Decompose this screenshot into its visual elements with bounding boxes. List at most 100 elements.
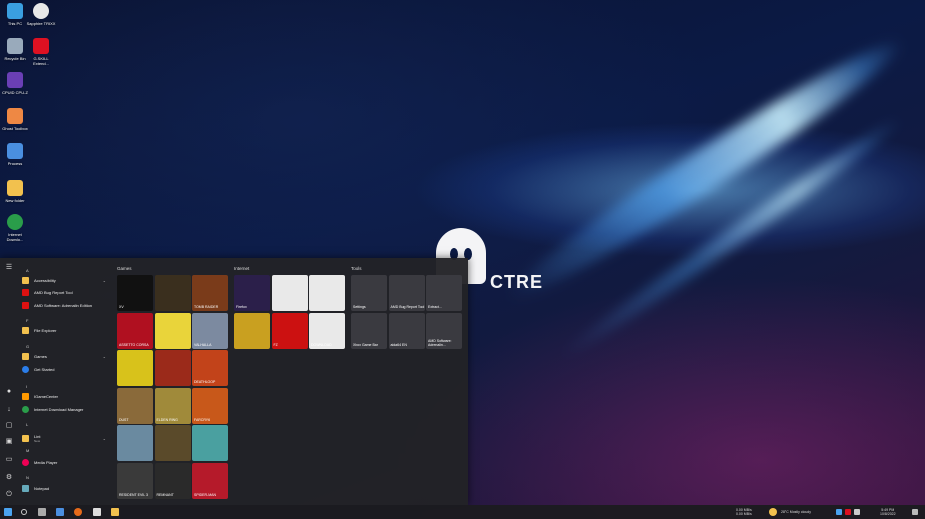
game-tile-7[interactable] [154,350,191,386]
letter-header-m[interactable]: M [26,448,29,453]
tray-icon[interactable] [845,509,851,515]
group-title-tools[interactable]: Tools [351,266,362,271]
wallpaper-logo-text: CTRE [490,272,543,292]
mail-icon[interactable] [56,508,64,516]
app-amd-bug-report-tool[interactable]: AMD Bug Report Tool [22,288,110,297]
tile-label: SPIDER-MAN [194,492,216,497]
firefox-icon[interactable] [74,508,82,516]
game-tile-14[interactable] [192,425,228,461]
tool-tile-0[interactable]: Settings [351,275,387,311]
letter-header-n[interactable]: N [26,475,29,480]
game-tile-12[interactable] [117,425,153,461]
volume-icon[interactable] [854,509,860,515]
user-avatar-icon[interactable]: ● [5,388,13,396]
trixx-icon [33,3,49,19]
app-file-explorer[interactable]: File Explorer [22,326,110,335]
game-tile-0[interactable]: XV [117,275,153,311]
app-internet-download-manager[interactable]: Internet Download Manager [22,405,110,414]
weather-icon[interactable] [769,508,777,516]
desktop-icon-cpuz[interactable]: CPUID CPU-Z [0,72,30,95]
tile-label: Extract... [428,305,442,309]
desktop-icon-process[interactable]: Process [0,143,30,166]
weather-text[interactable]: 28°C Mostly cloudy [781,510,811,514]
notifications-icon[interactable] [912,509,918,515]
game-tile-17[interactable]: SPIDER-MAN [192,462,228,499]
wallpaper-light-streak [497,25,913,315]
game-tile-11[interactable]: FARCRY6 [192,387,228,424]
group-title-games[interactable]: Games [117,266,132,271]
game-tile-15[interactable]: RESIDENT EVIL 3 [117,462,153,499]
settings-gear-icon[interactable]: ⚙ [5,474,13,482]
game-tile-5[interactable]: VALHALLA [192,312,228,349]
tile-label: Settings [353,305,366,309]
file-explorer-icon[interactable] [111,508,119,516]
desktop-icon-sapphire-trixx[interactable]: Sapphire TRIXX [26,3,56,26]
app-igamecenter[interactable]: IGameCenter [22,392,110,401]
app-notepad[interactable]: Notepad [22,484,110,493]
app-get-started[interactable]: Get Started [22,365,110,374]
game-tile-10[interactable]: ELDEN RING [154,387,191,424]
desktop-icon-new-folder[interactable]: New folder [0,180,30,203]
tool-tile-1[interactable]: AMD Bug Report Tool [388,275,425,311]
recycle-bin-icon [7,38,23,54]
internet-tile-3[interactable] [234,312,270,349]
task-view-icon[interactable] [38,508,46,516]
game-tile-16[interactable]: REMNANT [154,462,191,499]
tile-label: FARCRY6 [194,417,211,422]
tile-label: FZ [273,342,278,347]
power-icon[interactable]: ⏻ [5,491,13,499]
game-tile-1[interactable] [154,275,191,311]
tile-label: TOMB RAIDER [194,305,219,309]
letter-header-a[interactable]: A [26,268,29,273]
tool-tile-2[interactable]: Extract... [426,275,462,311]
ghost-toolbox-icon [7,108,23,124]
search-icon[interactable] [21,509,27,515]
app-lint[interactable]: Lint New ⌄ [22,432,110,444]
hamburger-menu-icon[interactable]: ☰ [5,264,13,272]
group-title-internet[interactable]: Internet [234,266,249,271]
start-button-icon[interactable] [4,508,12,516]
internet-tile-0[interactable]: Firefox [234,275,270,311]
pictures-icon[interactable]: ▣ [5,438,13,446]
game-tile-13[interactable] [154,425,191,461]
game-tile-6[interactable] [117,350,153,386]
game-tile-9[interactable]: DUST [117,387,153,424]
letter-header-l[interactable]: L [26,422,28,427]
app-icon[interactable] [93,508,101,516]
tray-icon[interactable] [836,509,842,515]
tile-label: XV [119,305,124,309]
desktop-icon-ghost-toolbox[interactable]: Ghost Toolbox [0,108,30,131]
tile-label: ASSETTO CORSA [119,342,149,347]
letter-header-i[interactable]: I [26,384,27,389]
downloads-icon[interactable]: ↓ [5,406,13,414]
clock[interactable]: 5:49 PM 10/8/2022 [880,508,896,516]
tool-tile-3[interactable]: Xbox Game Bar [351,312,387,349]
taskbar: 0.00 MB/s 0.00 MB/s 28°C Mostly cloudy 5… [0,505,925,519]
app-media-player[interactable]: Media Player [22,458,110,467]
internet-tile-2[interactable] [309,275,345,311]
game-tile-2[interactable]: TOMB RAIDER [192,275,228,311]
letter-header-g[interactable]: G [26,344,29,349]
internet-tile-4[interactable]: FZ [271,312,308,349]
chevron-down-icon: ⌄ [102,435,106,441]
app-games[interactable]: Games ⌄ [22,352,110,361]
tool-tile-5[interactable]: AMD Software: Adrenalin... [426,312,462,349]
desktop-icon-idm[interactable]: Internet Downlo... [0,214,30,242]
folder-icon [22,434,29,442]
game-tile-3[interactable]: ASSETTO CORSA [117,312,153,349]
desktop-icon-gskill[interactable]: G.SKILL Extend... [26,38,56,66]
letter-header-f[interactable]: F [26,318,28,323]
app-accessibility[interactable]: Accessibility ⌄ [22,276,110,285]
app-amd-software[interactable]: AMD Software: Adrenalin Edition [22,301,110,310]
tile-label: aida64 EN [390,342,407,347]
internet-tile-5[interactable]: DOWNLOAD [309,312,345,349]
game-tile-8[interactable]: DEATHLOOP [192,350,228,386]
internet-tile-1[interactable] [271,275,308,311]
tool-tile-4[interactable]: aida64 EN [388,312,425,349]
documents-icon[interactable]: ▢ [5,422,13,430]
folder-icon[interactable]: ▭ [5,456,13,464]
process-icon [7,143,23,159]
game-tile-4[interactable] [154,312,191,349]
tile-label: REMNANT [156,492,174,497]
chevron-down-icon: ⌄ [102,278,106,283]
